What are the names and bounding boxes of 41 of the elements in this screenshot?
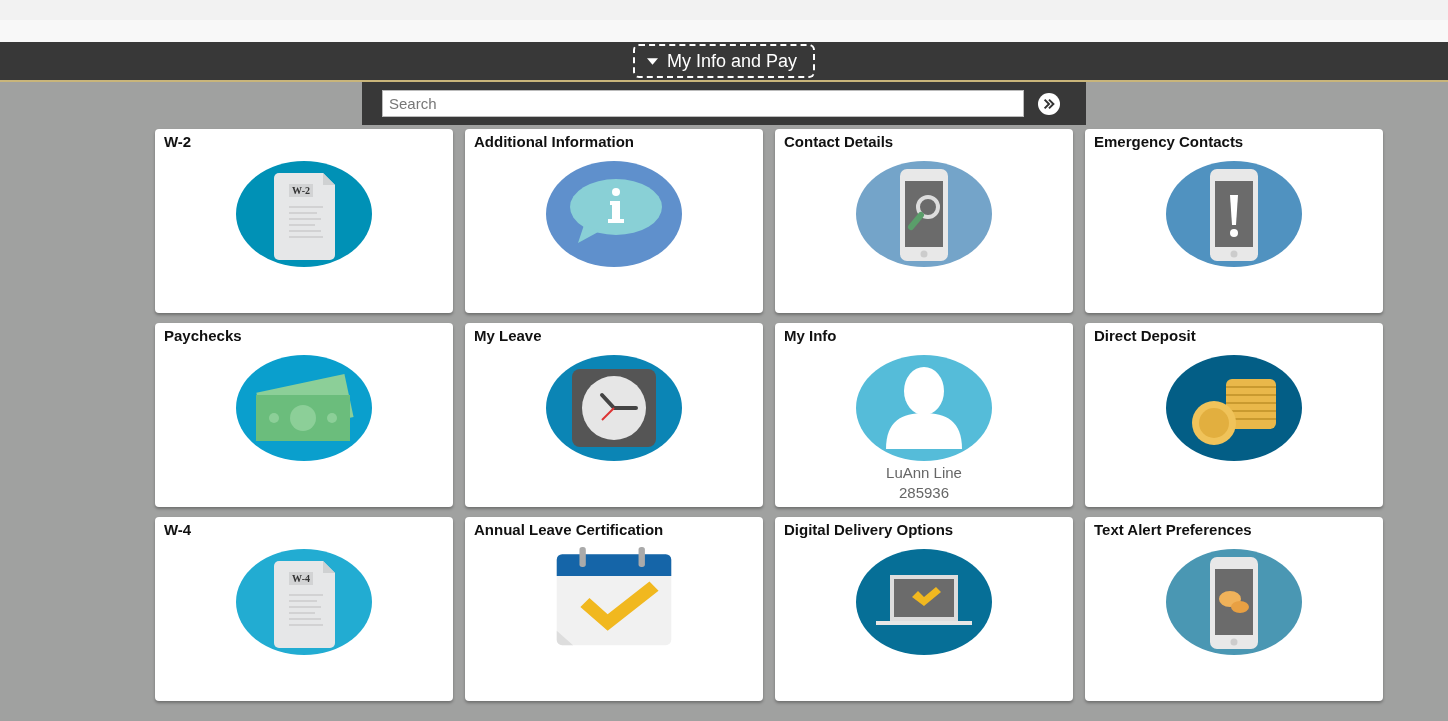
tile[interactable]: My Info LuAnn Line 285936 [775,323,1073,507]
info-icon [544,159,684,269]
tile[interactable]: Contact Details [775,129,1073,313]
document-label: W-2 [292,185,310,196]
search-go-icon[interactable] [1038,92,1060,115]
phone-alert-icon [1164,159,1304,269]
employee-name: LuAnn Line [886,463,962,483]
tile[interactable]: W-4 W-4 [155,517,453,701]
caret-icon [646,57,658,65]
tile-title: W-2 [164,133,192,151]
clock-icon [544,353,684,463]
tile-title: Annual Leave Certification [474,521,664,539]
tile-title: My Leave [474,327,542,345]
search-field[interactable]: Search [382,90,1024,117]
tile-title: Contact Details [784,133,894,151]
tile-title: My Info [784,327,837,345]
tile[interactable]: Annual Leave Certification [465,517,763,701]
tile[interactable]: Digital Delivery Options [775,517,1073,701]
tile[interactable]: W-2 W-2 [155,129,453,313]
tile-title: W-4 [164,521,192,539]
tile[interactable]: Direct Deposit [1085,323,1383,507]
tile[interactable]: Emergency Contacts [1085,129,1383,313]
coins-icon [1164,353,1304,463]
tile-title: Direct Deposit [1094,327,1196,345]
employee-id: 285936 [898,483,950,503]
phone-search-icon [854,159,994,269]
tile-title: Paychecks [164,327,242,345]
tile-title: Additional Information [474,133,634,151]
person-icon [854,353,994,463]
tile-title: Digital Delivery Options [784,521,954,539]
tile-title: Emergency Contacts [1094,133,1244,151]
tile[interactable]: Additional Information [465,129,763,313]
laptop-icon [854,547,994,657]
phone-chat-icon [1164,547,1304,657]
tile-title: Text Alert Preferences [1094,521,1252,539]
tile[interactable]: My Leave [465,323,763,507]
tile[interactable]: Text Alert Preferences [1085,517,1383,701]
money-icon [234,353,374,463]
document-label: W-4 [292,573,310,584]
tile[interactable]: Paychecks [155,323,453,507]
page-title-dropdown[interactable]: My Info and Pay [632,44,816,78]
